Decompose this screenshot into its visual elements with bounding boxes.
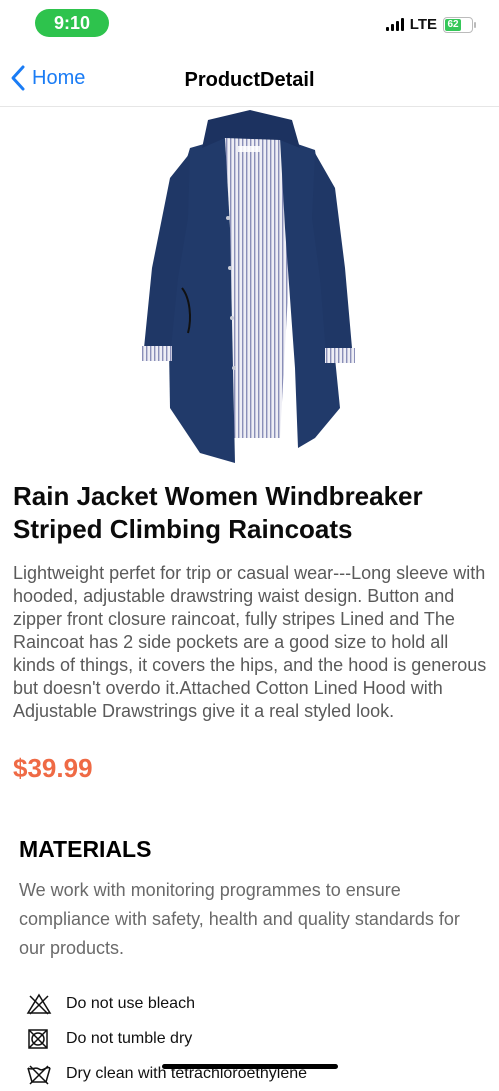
no-tumble-dry-icon: [26, 1028, 54, 1050]
no-bleach-icon: [26, 993, 54, 1015]
status-bar: 9:10 LTE 62: [0, 0, 499, 46]
care-label: Do not tumble dry: [66, 1029, 193, 1047]
network-label: LTE: [409, 16, 437, 33]
status-indicators: LTE 62: [385, 16, 476, 33]
materials-heading: MATERIALS: [19, 836, 152, 862]
product-description: Lightweight perfet for trip or casual we…: [13, 563, 487, 721]
battery-level: 62: [445, 18, 462, 31]
care-instructions: Do not use bleach Do not tumble dry Dry …: [26, 986, 486, 1091]
care-label: Do not use bleach: [66, 994, 195, 1012]
product-image: [142, 110, 355, 463]
product-title: Rain Jacket Women Windbreaker Striped Cl…: [13, 481, 423, 544]
product-price: $39.99: [13, 753, 93, 783]
page-title: ProductDetail: [184, 69, 315, 91]
navigation-bar: Home ProductDetail: [0, 56, 499, 107]
care-item: Dry clean with tetrachloroethylene: [26, 1056, 486, 1091]
signal-icon: [385, 18, 404, 31]
dry-clean-icon: [26, 1063, 54, 1085]
care-item: Do not tumble dry: [26, 1021, 486, 1056]
battery-icon: 62: [443, 16, 476, 33]
status-time[interactable]: 9:10: [35, 9, 109, 37]
home-indicator[interactable]: [162, 1064, 338, 1069]
materials-text: We work with monitoring programmes to en…: [19, 880, 460, 958]
care-item: Do not use bleach: [26, 986, 486, 1021]
